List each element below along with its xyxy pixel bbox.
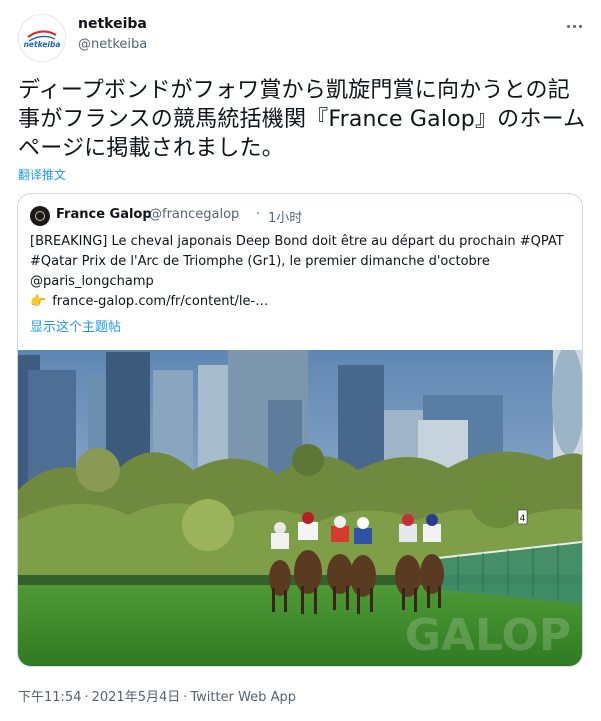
netkeiba-logo-icon: netkeiba xyxy=(19,15,65,61)
horse-race-image: 4 GALOP xyxy=(18,350,582,666)
footer-separator: · xyxy=(84,690,89,705)
svg-text:4: 4 xyxy=(520,514,526,524)
author-handle[interactable]: @netkeiba xyxy=(78,37,147,52)
quoted-link-row: 👉 france-galop.com/fr/content/le-… xyxy=(30,292,268,312)
quoted-separator: · xyxy=(256,207,261,222)
quoted-author-handle: @francegalop xyxy=(149,207,240,222)
pointing-hand-icon: 👉 xyxy=(30,294,47,309)
quoted-link[interactable]: france-galop.com/fr/content/le-… xyxy=(52,294,268,309)
tweet-card: netkeiba netkeiba @netkeiba ディープボンドがフォワ賞… xyxy=(0,0,601,721)
quoted-tweet[interactable]: France Galop @francegalop · 1小时 [BREAKIN… xyxy=(17,193,583,667)
quoted-time: 1小时 xyxy=(268,211,303,226)
tweet-footer: 下午11:54 · 2021年5月4日 · Twitter Web App xyxy=(18,686,296,705)
quoted-author-name: France Galop xyxy=(56,207,152,222)
racecourse-photo[interactable]: 4 GALOP xyxy=(18,350,582,666)
quoted-text: [BREAKING] Le cheval japonais Deep Bond … xyxy=(30,234,564,289)
image-watermark: GALOP xyxy=(405,610,571,661)
tweet-time[interactable]: 下午11:54 xyxy=(18,690,81,705)
tweet-source[interactable]: Twitter Web App xyxy=(190,690,296,705)
show-thread-link[interactable]: 显示这个主题帖 xyxy=(30,316,121,335)
netkeiba-avatar[interactable]: netkeiba xyxy=(18,14,66,62)
author-name[interactable]: netkeiba xyxy=(78,16,147,32)
translate-tweet-link[interactable]: 翻译推文 xyxy=(18,166,66,183)
france-galop-avatar[interactable] xyxy=(30,206,50,226)
tweet-date[interactable]: 2021年5月4日 xyxy=(92,690,181,705)
more-options-icon[interactable] xyxy=(562,16,586,36)
tweet-text: ディープボンドがフォワ賞から凱旋門賞に向かうとの記事がフランスの競馬統括機関『F… xyxy=(18,78,586,161)
footer-separator-2: · xyxy=(183,690,188,705)
logo-text: netkeiba xyxy=(24,40,61,49)
